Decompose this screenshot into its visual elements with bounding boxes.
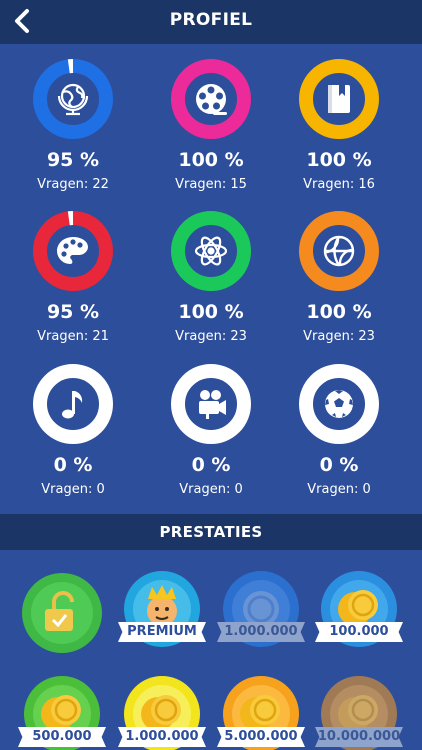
category-percent: 100 % <box>178 301 244 323</box>
progress-ring <box>33 59 113 139</box>
achievement-label: PREMIUM <box>118 622 206 642</box>
top-bar: PROFIEL <box>0 0 422 44</box>
achievement-label: 100.000 <box>315 622 403 642</box>
category-vragen: Vragen: 22 <box>37 177 109 192</box>
atom-icon <box>194 236 228 266</box>
category-science[interactable]: 100 % Vragen: 23 <box>141 201 281 351</box>
coin-icon <box>243 591 279 627</box>
category-percent: 100 % <box>178 149 244 171</box>
category-movies[interactable]: 0 % Vragen: 0 <box>141 354 281 504</box>
category-percent: 95 % <box>46 149 100 171</box>
category-vragen: Vragen: 23 <box>303 329 375 344</box>
music-note-icon <box>62 391 83 419</box>
progress-ring <box>299 59 379 139</box>
category-percent: 0 % <box>319 454 359 476</box>
globe-icon <box>57 83 89 116</box>
progress-ring <box>33 364 113 444</box>
category-vragen: Vragen: 0 <box>179 482 243 497</box>
category-percent: 95 % <box>46 301 100 323</box>
category-percent: 0 % <box>191 454 231 476</box>
achievement-label: 1.000.000 <box>118 727 206 747</box>
achievement-100000[interactable]: 100.000 <box>311 565 407 661</box>
movie-camera-icon <box>199 390 226 419</box>
category-vragen: Vragen: 21 <box>37 329 109 344</box>
book-icon <box>328 85 350 113</box>
category-percent: 0 % <box>53 454 93 476</box>
progress-ring <box>171 59 251 139</box>
progress-ring <box>299 364 379 444</box>
category-vragen: Vragen: 23 <box>175 329 247 344</box>
achievement-label: 10.000.000 <box>315 727 403 747</box>
category-percent: 100 % <box>306 149 372 171</box>
achievement-10000000-locked[interactable]: 10.000.000 <box>311 670 407 750</box>
category-film[interactable]: 100 % Vragen: 15 <box>141 49 281 199</box>
section-title-prestaties: PRESTATIES <box>0 514 422 550</box>
progress-ring <box>299 211 379 291</box>
achievement-1000000[interactable]: 1.000.000 <box>114 670 210 750</box>
achievement-label: 5.000.000 <box>217 727 305 747</box>
category-vragen: Vragen: 15 <box>175 177 247 192</box>
page-title: PROFIEL <box>169 10 253 30</box>
progress-ring <box>171 211 251 291</box>
achievement-premium[interactable]: PREMIUM <box>114 565 210 661</box>
category-vragen: Vragen: 16 <box>303 177 375 192</box>
film-reel-icon <box>196 84 227 115</box>
category-vragen: Vragen: 0 <box>41 482 105 497</box>
category-book[interactable]: 100 % Vragen: 16 <box>269 49 409 199</box>
category-art[interactable]: 95 % Vragen: 21 <box>3 201 143 351</box>
category-grid: 95 % Vragen: 22 100 % Vragen: 15 100 % V… <box>0 44 422 514</box>
category-globe[interactable]: 95 % Vragen: 22 <box>3 49 143 199</box>
soccer-ball-icon <box>325 390 353 418</box>
achievement-label: 500.000 <box>18 727 106 747</box>
category-vragen: Vragen: 0 <box>307 482 371 497</box>
achievement-label: 1.000.000 <box>217 622 305 642</box>
category-percent: 100 % <box>306 301 372 323</box>
category-music[interactable]: 0 % Vragen: 0 <box>3 354 143 504</box>
progress-ring <box>171 364 251 444</box>
category-sport[interactable]: 100 % Vragen: 23 <box>269 201 409 351</box>
achievement-500000[interactable]: 500.000 <box>14 670 110 750</box>
crowned-face-icon <box>147 585 177 626</box>
achievement-5000000[interactable]: 5.000.000 <box>213 670 309 750</box>
achievement-1000000-locked[interactable]: 1.000.000 <box>213 565 309 661</box>
palette-icon <box>57 237 88 264</box>
achievement-unlock[interactable] <box>14 565 110 661</box>
basketball-icon <box>323 235 355 267</box>
category-soccer[interactable]: 0 % Vragen: 0 <box>269 354 409 504</box>
progress-ring <box>33 211 113 291</box>
